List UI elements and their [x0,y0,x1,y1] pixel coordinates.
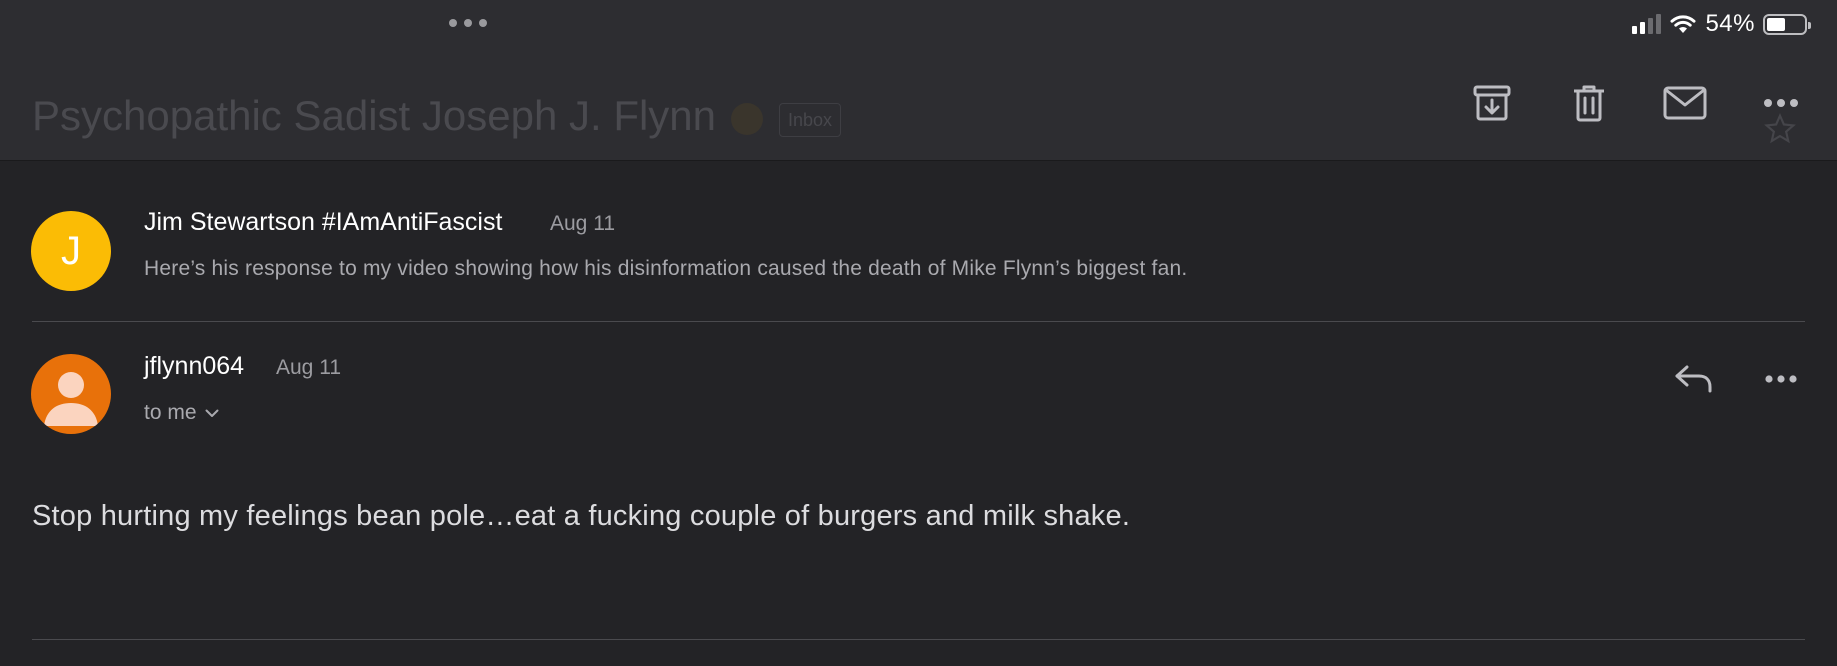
battery-percentage: 54% [1705,10,1755,37]
message-body: Stop hurting my feelings bean pole…eat a… [32,500,1131,532]
trash-icon [1574,85,1604,122]
avatar[interactable] [31,354,111,434]
wifi-icon [1670,15,1696,33]
mark-unread-button[interactable] [1662,80,1708,126]
mail-icon [1663,86,1707,120]
message-date: Aug 11 [276,356,341,379]
more-icon [1764,99,1798,107]
archive-button[interactable] [1469,80,1515,126]
importance-marker-icon[interactable] [731,103,763,135]
message-date: Aug 11 [550,212,615,235]
sender-name[interactable]: Jim Stewartson #IAmAntiFascist [144,208,502,237]
star-icon[interactable] [1764,113,1796,145]
reply-button[interactable] [1669,354,1719,404]
sender-name[interactable]: jflynn064 [144,352,244,381]
cellular-signal-icon [1632,14,1662,34]
archive-icon [1473,85,1511,121]
message-divider [32,639,1805,640]
status-bar: 54% [1632,10,1811,38]
battery-icon [1763,13,1811,35]
message-divider [32,321,1805,322]
chevron-down-icon [205,409,219,417]
delete-button[interactable] [1566,80,1612,126]
person-placeholder-icon [44,372,98,426]
message-snippet[interactable]: Here’s his response to my video showing … [144,257,1187,281]
reply-icon [1675,365,1712,393]
multitasking-dots-icon[interactable] [449,19,487,27]
more-icon [1765,375,1797,383]
email-subject: Psychopathic Sadist Joseph J. Flynn [32,92,717,139]
recipient-label: to me [144,401,197,424]
recipient-details-toggle[interactable]: to me [144,401,219,425]
top-toolbar: 54% Psychopathic Sadist Joseph J. Flynn … [0,0,1837,161]
message-more-button[interactable] [1756,354,1806,404]
inbox-label[interactable]: Inbox [779,103,842,137]
avatar[interactable]: J [31,211,111,291]
